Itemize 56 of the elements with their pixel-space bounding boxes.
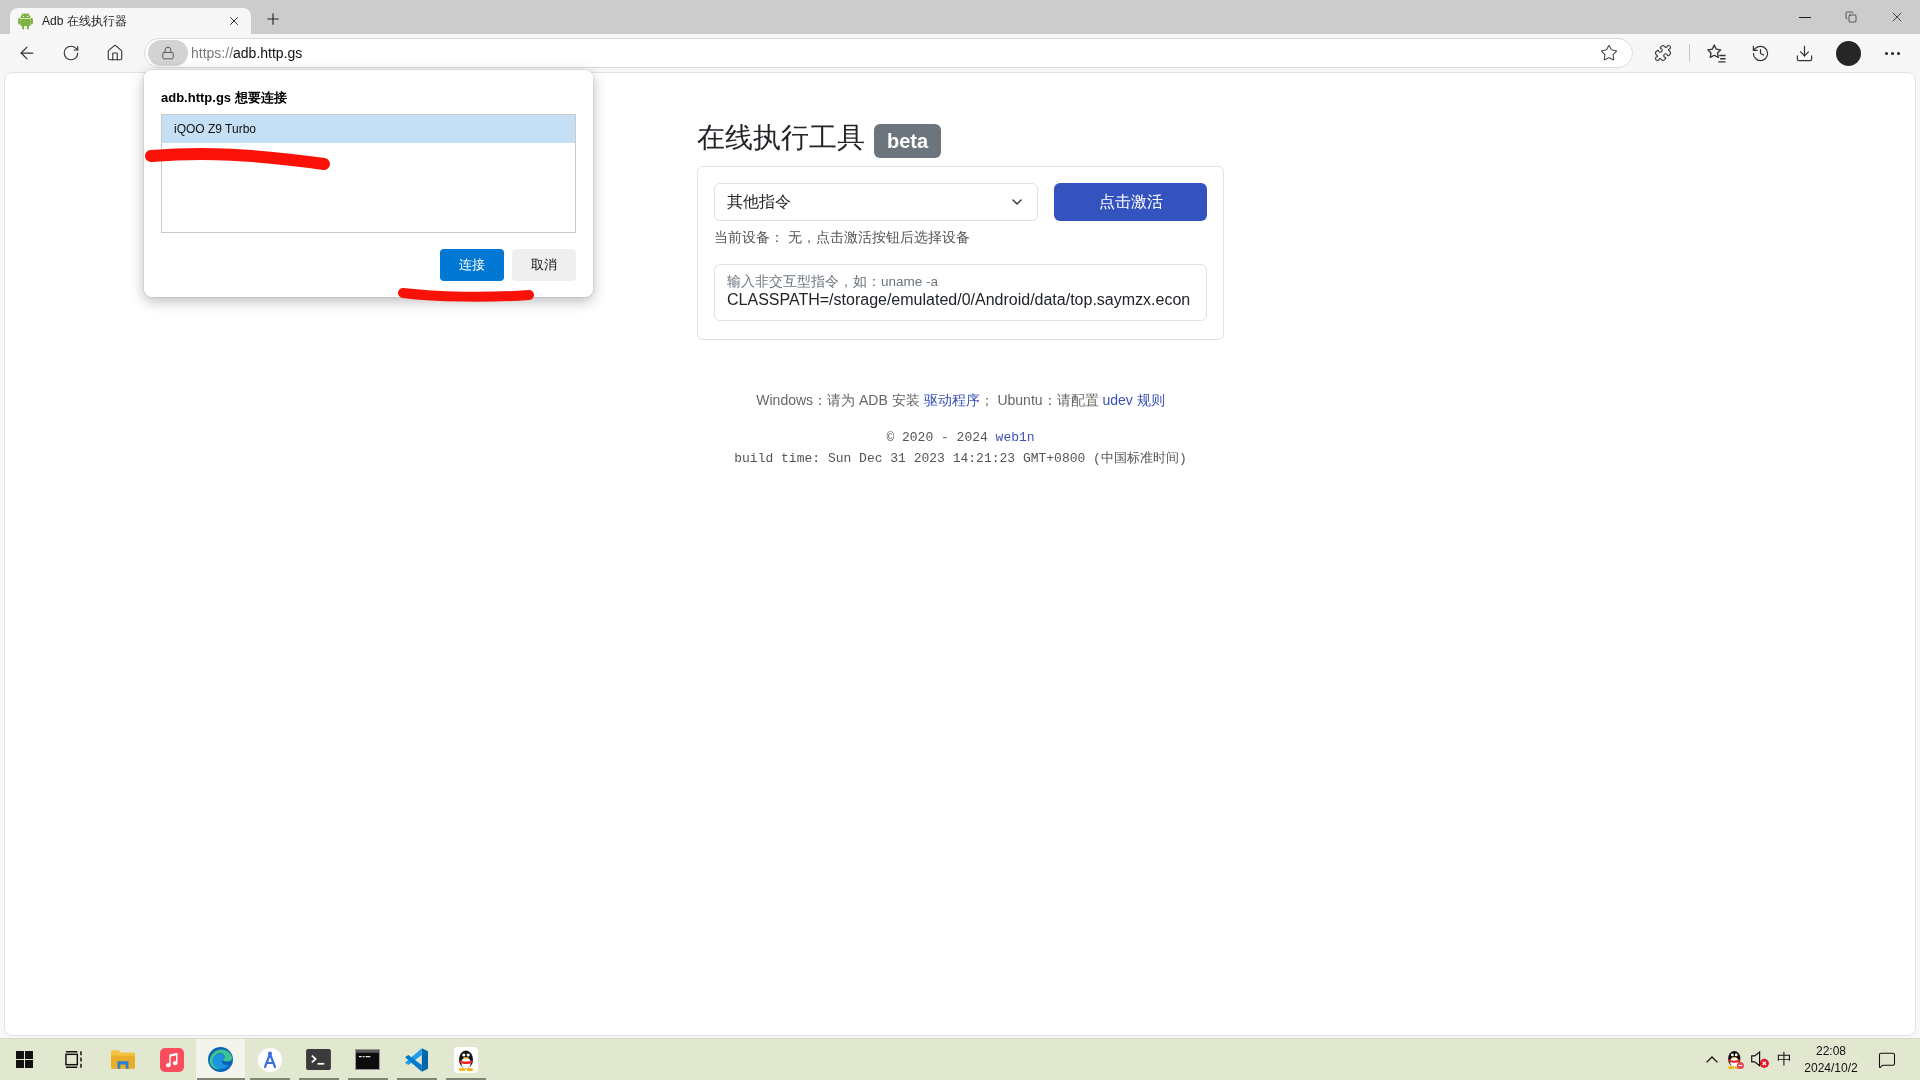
cancel-button[interactable]: 取消 [512,249,576,281]
clock-time: 22:08 [1816,1042,1846,1060]
task-view-icon [65,1051,82,1068]
activate-button[interactable]: 点击激活 [1054,183,1207,221]
tab-title: Adb 在线执行器 [42,12,128,30]
browser-swirl-icon [208,1047,233,1072]
music-note-icon [159,1047,184,1072]
compass-app-icon [257,1047,282,1072]
refresh-icon [62,44,80,62]
puzzle-icon [1654,44,1672,62]
console-window-icon [355,1049,380,1070]
android-icon [18,12,33,30]
download-icon [1794,43,1814,63]
connect-button[interactable]: 连接 [440,249,504,281]
input-method-indicator[interactable]: 中 [1772,1050,1796,1069]
beta-badge: beta [874,123,942,158]
page-title: 在线执行工具 [697,121,865,155]
more-icon [1884,51,1900,55]
chevron-up-icon [1706,1056,1718,1063]
clock-date: 2024/10/2 [1804,1059,1858,1077]
start-icon [16,1051,33,1068]
penguin-icon [1728,1050,1744,1069]
help-link[interactable]: udev 规则 [1102,392,1165,408]
terminal-icon [306,1049,331,1070]
device-list[interactable]: iQOO Z9 Turbo [161,114,576,233]
star-list-icon [1706,43,1726,63]
history-icon [1750,43,1770,63]
command-field[interactable]: 输入非交互型指令，如：uname -a CLASSPATH=/storage/emulated/0/Android/data/top.saymzx.econ [714,264,1207,321]
home-icon [106,44,124,62]
folder-icon [110,1050,135,1069]
build-time-text: build time: Sun Dec 31 2023 14:21:23 GMT+0800 (中国标准时间) [733,450,1188,468]
penguin-icon [453,1046,478,1073]
author-link[interactable]: web1n [995,430,1035,445]
lock-icon [161,46,175,60]
command-input-label: 输入非交互型指令，如：uname -a [727,273,940,290]
site-info-button[interactable] [148,40,188,66]
command-input[interactable]: CLASSPATH=/storage/emulated/0/Android/data/top.saymzx.econ [727,290,1194,310]
help-link[interactable]: 驱动程序 [923,392,980,408]
command-select[interactable]: 其他指令 [714,183,1038,221]
code-editor-icon [405,1047,428,1072]
url-text: https://adb.http.gs [191,45,304,61]
avatar [1835,40,1861,66]
dialog-title: adb.http.gs 想要连接 [161,89,288,107]
copyright-text: © 2020 - 2024 web1n [885,429,1036,447]
clock[interactable]: 22:08 2024/10/2 [1799,1042,1863,1077]
device-status-text: 当前设备： 无，点击激活按钮后选择设备 [714,228,971,247]
favorite-star-icon[interactable] [1600,44,1618,62]
device-item[interactable]: iQOO Z9 Turbo [162,115,575,143]
browser-tab[interactable]: Adb 在线执行器 [10,8,251,34]
close-icon [227,14,241,28]
minimize-icon [1799,16,1811,18]
plus-icon [264,10,282,28]
address-bar[interactable]: https://adb.http.gs [144,38,1633,68]
restore-icon [1845,11,1857,23]
notification-icon [1878,1050,1896,1069]
driver-help-text: Windows：请为 ADB 安装 驱动程序； Ubuntu：请配置 udev 规则 [755,391,1166,410]
